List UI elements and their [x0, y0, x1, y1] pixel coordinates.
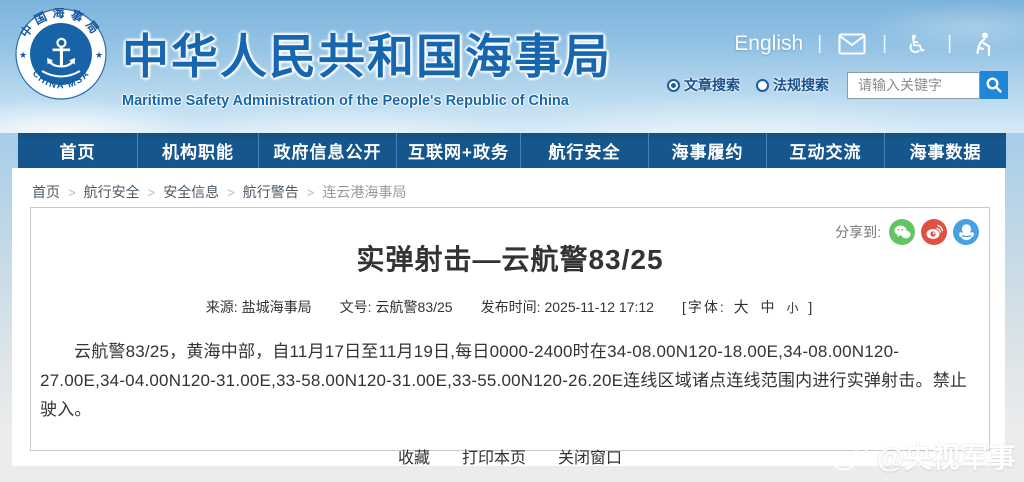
search-icon [985, 76, 1003, 94]
share-weibo-icon[interactable] [921, 219, 947, 245]
font-sizer-suffix: ] [808, 299, 814, 315]
article-meta: 来源:盐城海事局 文号:云航警83/25 发布时间:2025-11-12 17:… [31, 296, 989, 317]
nav-item-interaction[interactable]: 互动交流 [766, 133, 884, 168]
china-msa-logo-icon: 中国海事局 ★ ★ CHINA MSA ⚓ [15, 8, 107, 100]
share-qq-icon[interactable] [953, 219, 979, 245]
font-size-small-button[interactable]: 小 [786, 301, 800, 315]
content-panel: 首页 > 航行安全 > 安全信息 > 航行警告 > 连云港海事局 分享到: [12, 168, 1005, 466]
main-nav: 首页 机构职能 政府信息公开 互联网+政务 航行安全 海事履约 互动交流 海事数… [18, 133, 1006, 168]
share-label: 分享到: [835, 222, 881, 242]
nav-item-compliance[interactable]: 海事履约 [648, 133, 766, 168]
breadcrumb-separator: > [148, 185, 156, 200]
breadcrumb-separator: > [227, 185, 235, 200]
meta-publish-time: 发布时间:2025-11-12 17:12 [481, 297, 654, 317]
meta-time-label: 发布时间: [481, 299, 541, 315]
radio-unselected-icon[interactable] [756, 79, 769, 92]
breadcrumb-separator: > [68, 185, 76, 200]
meta-doc-value: 云航警83/25 [376, 299, 453, 315]
accessibility-icon[interactable]: ♿ [901, 30, 933, 58]
print-page-button[interactable]: 打印本页 [462, 444, 526, 468]
breadcrumb-separator: > [307, 185, 315, 200]
font-sizer-prefix: [字体: [682, 299, 726, 315]
meta-source-value: 盐城海事局 [242, 299, 312, 315]
search-mode-group: 文章搜索 法规搜索 [667, 75, 829, 95]
article-body: 云航警83/25，黄海中部，自11月17日至11月19日,每日0000-2400… [31, 337, 989, 424]
font-size-switcher: [字体: 大 中 小 ] [682, 296, 814, 317]
english-link[interactable]: English [734, 32, 803, 56]
share-row: 分享到: [835, 219, 979, 245]
font-size-large-button[interactable]: 大 [734, 299, 751, 316]
share-wechat-icon[interactable] [889, 219, 915, 245]
radio-selected-icon[interactable] [667, 79, 680, 92]
meta-source: 来源:盐城海事局 [206, 297, 312, 317]
watermark-text: @央视军事 [877, 436, 1016, 476]
watermark: @央视军事 [831, 436, 1016, 476]
weibo-logo-icon [831, 439, 871, 473]
radio-article-search[interactable]: 文章搜索 [667, 75, 740, 95]
site-branding: 中华人民共和国海事局 Maritime Safety Administratio… [122, 18, 612, 109]
nav-item-gov-info[interactable]: 政府信息公开 [258, 133, 396, 168]
meta-time-value: 2025-11-12 17:12 [544, 299, 654, 315]
divider: | [947, 33, 952, 55]
nav-item-home[interactable]: 首页 [18, 133, 137, 168]
site-title-en: Maritime Safety Administration of the Pe… [122, 93, 612, 109]
svg-text:⚓: ⚓ [43, 31, 79, 77]
elderly-icon[interactable] [966, 30, 998, 58]
radio-article-label: 文章搜索 [684, 75, 740, 95]
favorite-button[interactable]: 收藏 [398, 444, 430, 468]
search-button[interactable] [980, 71, 1008, 99]
meta-doc-label: 文号: [340, 299, 372, 315]
breadcrumb-current: 连云港海事局 [322, 182, 406, 202]
meta-doc-no: 文号:云航警83/25 [340, 297, 453, 317]
site-header: 中国海事局 ★ ★ CHINA MSA ⚓ 中华人民共和国海事局 Maritim… [0, 0, 1024, 133]
nav-item-data[interactable]: 海事数据 [884, 133, 1006, 168]
breadcrumb-nav-safety[interactable]: 航行安全 [84, 182, 140, 202]
nav-item-functions[interactable]: 机构职能 [137, 133, 258, 168]
divider: | [882, 33, 887, 55]
breadcrumb-nav-warning[interactable]: 航行警告 [243, 182, 299, 202]
divider: | [817, 33, 822, 55]
search-input[interactable] [847, 72, 980, 99]
search-bar: 文章搜索 法规搜索 [667, 71, 1008, 99]
msa-website-page: 中国海事局 ★ ★ CHINA MSA ⚓ 中华人民共和国海事局 Maritim… [0, 0, 1024, 482]
close-window-button[interactable]: 关闭窗口 [558, 444, 622, 468]
breadcrumb-safety-info[interactable]: 安全信息 [163, 182, 219, 202]
breadcrumb-home[interactable]: 首页 [32, 182, 60, 202]
utility-bar: English | | ♿ | [734, 30, 998, 58]
nav-item-nav-safety[interactable]: 航行安全 [520, 133, 648, 168]
font-size-medium-button[interactable]: 中 [761, 299, 777, 315]
nav-item-internet-gov[interactable]: 互联网+政务 [396, 133, 520, 168]
article-box: 分享到: [30, 207, 990, 451]
svg-text:★: ★ [19, 50, 27, 60]
mail-icon[interactable] [836, 30, 868, 58]
svg-text:★: ★ [95, 50, 103, 60]
radio-law-search[interactable]: 法规搜索 [756, 75, 829, 95]
radio-law-label: 法规搜索 [773, 75, 829, 95]
site-title-cn: 中华人民共和国海事局 [122, 18, 612, 87]
meta-source-label: 来源: [206, 299, 238, 315]
breadcrumb: 首页 > 航行安全 > 安全信息 > 航行警告 > 连云港海事局 [12, 168, 1005, 204]
